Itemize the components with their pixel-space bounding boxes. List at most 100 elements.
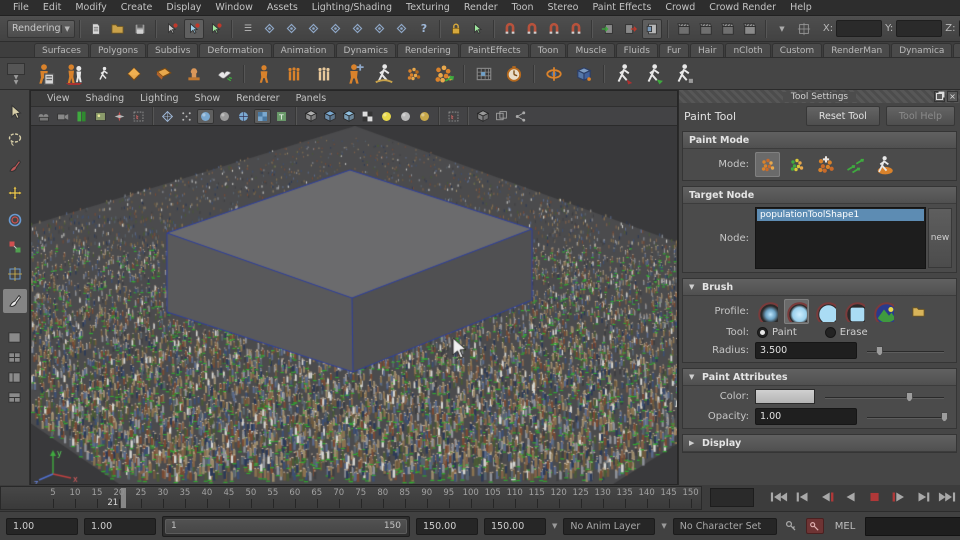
four-pane-layout[interactable] — [3, 348, 27, 366]
shelf-icon-particle-convert[interactable]: > — [429, 59, 459, 89]
menu-item-window[interactable]: Window — [208, 1, 259, 14]
node-list[interactable]: populationToolShape1 — [755, 207, 926, 269]
textured-icon[interactable] — [254, 108, 271, 124]
menu-item-crowd[interactable]: Crowd — [658, 1, 702, 14]
menu-item-texturing[interactable]: Texturing — [399, 1, 457, 14]
auto-keyframe-icon[interactable] — [805, 518, 824, 534]
select-camera-icon[interactable] — [35, 109, 52, 124]
anim-layer-field[interactable]: No Anim Layer — [563, 517, 656, 535]
render-settings-icon[interactable] — [740, 19, 760, 39]
xray-icon[interactable] — [321, 109, 338, 124]
shelf-icon-ground-adaptation[interactable]: > — [369, 59, 399, 89]
single-pane-layout[interactable] — [3, 328, 27, 346]
menu-item-lighting-shading[interactable]: Lighting/Shading — [305, 1, 399, 14]
lock-selection-icon[interactable] — [446, 19, 466, 39]
construction-history-icon[interactable] — [641, 18, 662, 39]
shelf-tab-fluids[interactable]: Fluids — [615, 43, 658, 57]
rotate-tool[interactable] — [3, 208, 27, 232]
dock-title-bar[interactable]: Tool Settings × — [679, 90, 960, 103]
backface-culling-icon[interactable] — [340, 109, 357, 124]
menu-set-dropdown[interactable]: Rendering ▼ — [7, 19, 75, 38]
menu-item-file[interactable]: File — [6, 1, 36, 14]
gaussian-profile-button[interactable] — [755, 299, 780, 324]
display-header[interactable]: ▶ Display — [683, 435, 956, 452]
menu-item-modify[interactable]: Modify — [68, 1, 113, 14]
shelf-icon-crowd-variation[interactable] — [309, 59, 339, 89]
inputs-to-selected-icon[interactable] — [598, 19, 618, 39]
current-time-field[interactable] — [710, 488, 754, 507]
snap-to-point-icon[interactable] — [544, 19, 564, 39]
menu-item-assets[interactable]: Assets — [260, 1, 305, 14]
shelf-icon-walk-export[interactable]: > — [609, 59, 639, 89]
center-pivot-icon[interactable] — [794, 19, 814, 39]
lasso-tool[interactable] — [3, 127, 27, 151]
paint-select-tool[interactable] — [3, 154, 27, 178]
select-tool[interactable] — [3, 100, 27, 124]
new-scene-icon[interactable] — [86, 19, 106, 39]
shelf-tab-painteffects[interactable]: PaintEffects — [459, 43, 529, 57]
shelf-tab-animation[interactable]: Animation — [272, 43, 335, 57]
render-sequence-icon[interactable] — [718, 19, 738, 39]
target-node-header[interactable]: Target Node — [683, 187, 956, 204]
handle-mask-icon[interactable] — [260, 19, 280, 39]
view-compass-icon[interactable] — [111, 109, 128, 124]
menu-item-display[interactable]: Display — [159, 1, 208, 14]
x-input[interactable] — [836, 20, 883, 37]
shelf-icon-flock-tool[interactable] — [209, 59, 239, 89]
menu-item-edit[interactable]: Edit — [36, 1, 68, 14]
time-slider-track[interactable]: 5 10 15 20 25 30 35 40 45 50 55 60 65 70 75 80 85 90 95 100… — [0, 486, 702, 510]
select-by-component-icon[interactable] — [206, 19, 226, 39]
tool-help-button[interactable]: Tool Help — [885, 106, 955, 126]
square-profile-button[interactable] — [842, 299, 867, 324]
checker-material-icon[interactable] — [359, 109, 376, 124]
panel-menu-view[interactable]: View — [39, 93, 78, 104]
deformation-mask-icon[interactable] — [348, 19, 368, 39]
shelf-icon-field-locator[interactable] — [539, 59, 569, 89]
reset-tool-button[interactable]: Reset Tool — [805, 106, 880, 126]
camera-attributes-icon[interactable] — [54, 109, 71, 124]
bookmarks-icon[interactable] — [73, 109, 90, 124]
current-tool-paint[interactable] — [2, 289, 27, 313]
animation-end-field[interactable]: 150.00 — [416, 517, 478, 535]
menu-item-toon[interactable]: Toon — [505, 1, 541, 14]
image-plane-icon[interactable] — [92, 109, 109, 124]
wire-on-shaded-icon[interactable] — [235, 109, 252, 124]
brush-header[interactable]: ▼ Brush — [683, 279, 956, 296]
node-list-item-selected[interactable]: populationToolShape1 — [757, 209, 924, 221]
shelf-icon-population-tool[interactable]: > — [29, 59, 59, 89]
shelf-tab-dynamica[interactable]: Dynamica — [891, 43, 953, 57]
snap-to-curve-icon[interactable] — [522, 19, 542, 39]
paint-place-mode-button[interactable]: > — [813, 152, 838, 177]
outputs-from-selected-icon[interactable] — [620, 19, 640, 39]
go-to-end-button[interactable] — [936, 488, 958, 505]
move-tool[interactable] — [3, 181, 27, 205]
shelf-icon-entity-exchange[interactable]: > — [339, 59, 369, 89]
shaded-icon[interactable] — [216, 109, 233, 124]
shelf-tab-surfaces[interactable]: Surfaces — [34, 43, 89, 57]
close-panel-icon[interactable]: × — [947, 91, 958, 102]
wireframe-icon[interactable] — [159, 109, 176, 124]
shaded-smooth-icon[interactable] — [197, 108, 214, 124]
selection-menu-icon[interactable]: ▼ — [772, 19, 792, 39]
shelf-tab-subdivs[interactable]: Subdivs — [147, 43, 199, 57]
shelf-icon-paint-stamp[interactable] — [179, 59, 209, 89]
radius-slider[interactable] — [867, 344, 944, 358]
panel-menu-show[interactable]: Show — [187, 93, 229, 104]
selection-mask-menu-icon[interactable]: ☰ — [238, 19, 258, 39]
shelf-icon-terrain-locator[interactable] — [119, 59, 149, 89]
step-forward-key-button[interactable] — [888, 488, 910, 505]
open-scene-icon[interactable] — [108, 19, 128, 39]
all-lights-icon[interactable] — [378, 109, 395, 124]
select-by-hierarchy-icon[interactable] — [162, 19, 182, 39]
snap-to-grid-icon[interactable] — [500, 19, 520, 39]
overlap-view-icon[interactable] — [493, 109, 510, 124]
y-input[interactable] — [896, 20, 943, 37]
panel-menu-lighting[interactable]: Lighting — [132, 93, 186, 104]
panel-menu-shading[interactable]: Shading — [78, 93, 133, 104]
shelf-tab-muscle[interactable]: Muscle — [567, 43, 615, 57]
paint-mode-header[interactable]: Paint Mode — [683, 132, 956, 149]
stop-button[interactable] — [864, 488, 886, 505]
shelf-tab-hair[interactable]: Hair — [689, 43, 725, 57]
shelf-icon-particle-emission[interactable] — [399, 59, 429, 89]
shelf-menu-widget[interactable]: ▼ ▼ — [3, 60, 29, 88]
